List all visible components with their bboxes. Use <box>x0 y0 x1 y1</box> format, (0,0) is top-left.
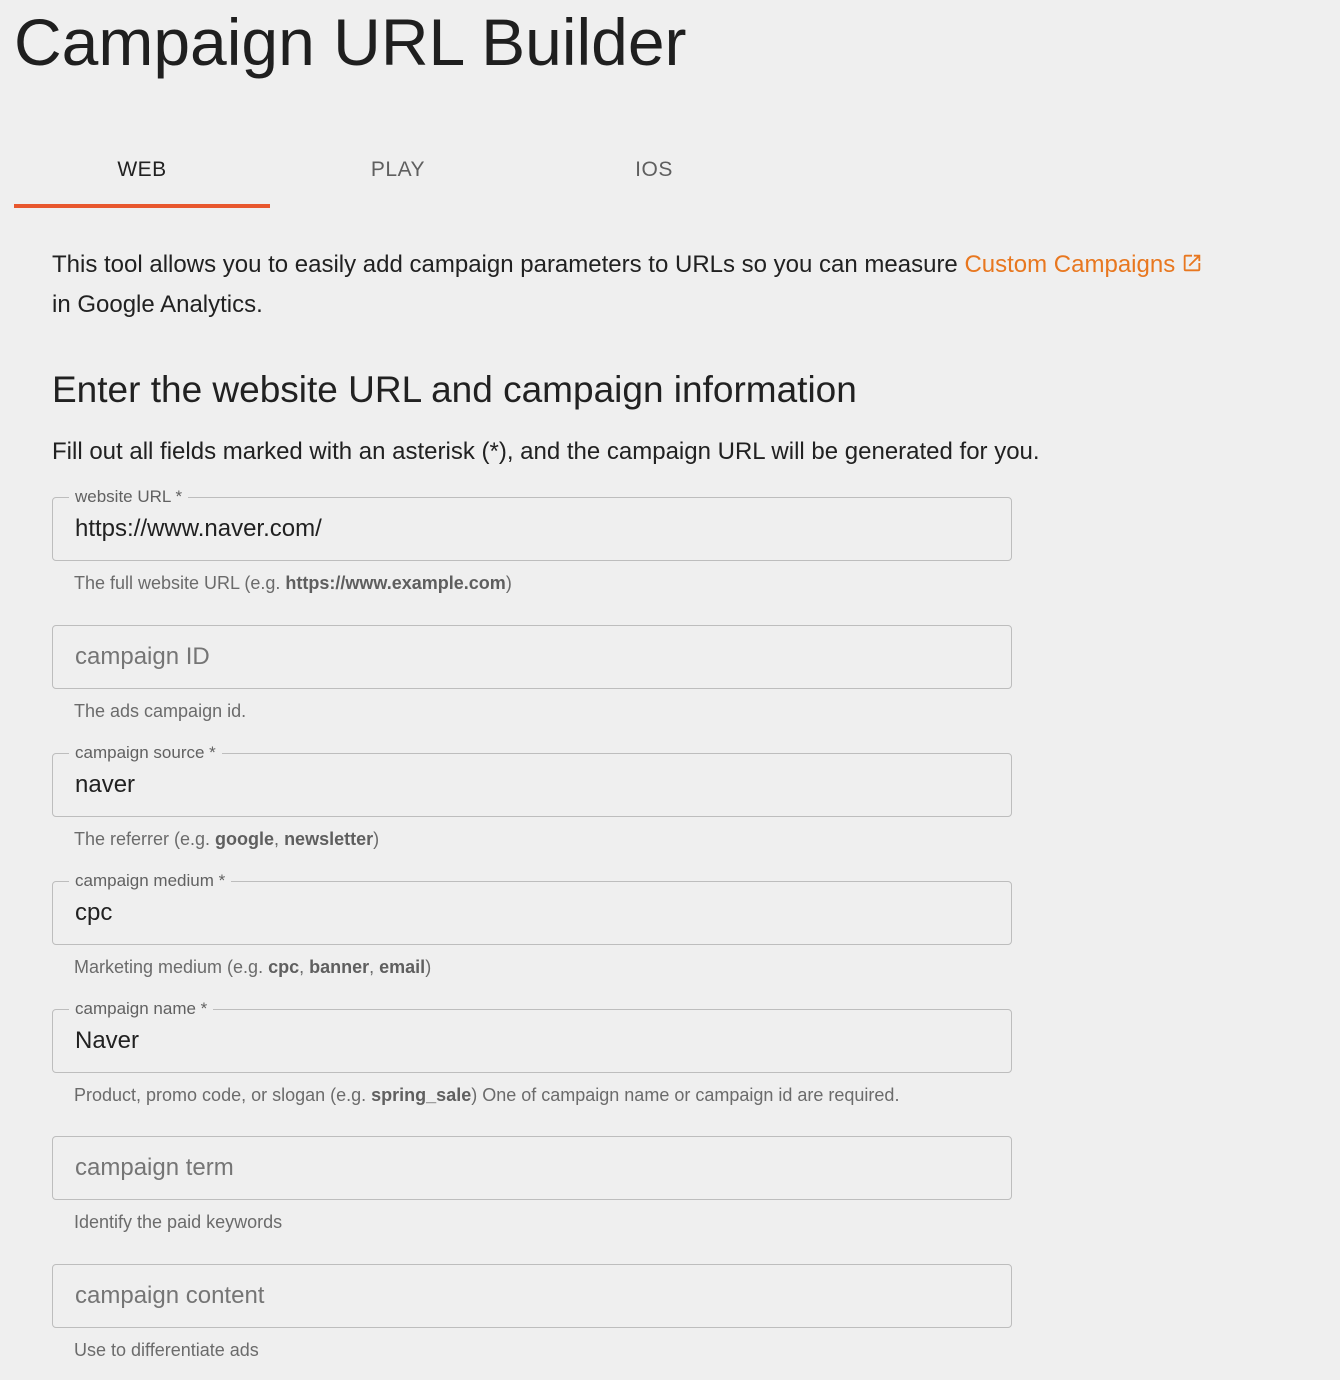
campaign-id-field: The ads campaign id. <box>52 625 1012 723</box>
campaign-source-helper: The referrer (e.g. google, newsletter) <box>52 817 1012 851</box>
campaign-source-input[interactable] <box>75 754 995 816</box>
tab-bar: WEB PLAY IOS <box>14 132 782 208</box>
campaign-content-field: Use to differentiate ads <box>52 1264 1012 1362</box>
campaign-content-input[interactable] <box>75 1265 995 1327</box>
helper-text: The ads campaign id. <box>74 701 247 721</box>
helper-text: Identify the paid keywords <box>74 1212 283 1232</box>
helper-example: newsletter <box>284 829 374 849</box>
helper-example: cpc <box>268 957 300 977</box>
external-link-icon <box>1181 248 1203 286</box>
helper-text: Use to differentiate ads <box>74 1340 259 1360</box>
campaign-id-input[interactable] <box>75 626 995 688</box>
campaign-content-helper: Use to differentiate ads <box>52 1328 1012 1362</box>
campaign-term-input[interactable] <box>75 1137 995 1199</box>
page-title: Campaign URL Builder <box>14 5 687 79</box>
helper-text: ) <box>505 573 512 593</box>
campaign-source-box: campaign source * <box>52 742 1012 817</box>
campaign-name-helper: Product, promo code, or slogan (e.g. spr… <box>52 1073 1012 1107</box>
tab-play[interactable]: PLAY <box>270 132 526 208</box>
campaign-medium-box: campaign medium * <box>52 870 1012 945</box>
campaign-name-field: campaign name * Product, promo code, or … <box>52 998 1012 1107</box>
campaign-source-field: campaign source * The referrer (e.g. goo… <box>52 742 1012 851</box>
website-url-input[interactable] <box>75 498 995 560</box>
campaign-id-box <box>52 625 1012 689</box>
helper-text: The referrer (e.g. <box>74 829 216 849</box>
form-instructions: Fill out all fields marked with an aster… <box>52 438 1040 465</box>
section-heading: Enter the website URL and campaign infor… <box>52 369 857 410</box>
website-url-field: website URL * The full website URL (e.g.… <box>52 486 1012 595</box>
intro-text: This tool allows you to easily add campa… <box>52 246 1322 324</box>
campaign-term-helper: Identify the paid keywords <box>52 1200 1012 1234</box>
tab-ios[interactable]: IOS <box>526 132 782 208</box>
website-url-box: website URL * <box>52 486 1012 561</box>
helper-text: , <box>369 957 380 977</box>
intro-text-start: This tool allows you to easily add campa… <box>52 251 965 278</box>
helper-example: https://www.example.com <box>285 573 506 593</box>
custom-campaigns-link[interactable]: Custom Campaigns <box>964 251 1203 278</box>
helper-text: , <box>299 957 310 977</box>
campaign-name-input[interactable] <box>75 1010 995 1072</box>
campaign-medium-helper: Marketing medium (e.g. cpc, banner, emai… <box>52 945 1012 979</box>
helper-text: , <box>274 829 285 849</box>
campaign-content-box <box>52 1264 1012 1328</box>
campaign-medium-input[interactable] <box>75 882 995 944</box>
custom-campaigns-link-label: Custom Campaigns <box>964 251 1176 278</box>
helper-text: Product, promo code, or slogan (e.g. <box>74 1085 372 1105</box>
helper-example: spring_sale <box>371 1085 472 1105</box>
campaign-medium-field: campaign medium * Marketing medium (e.g.… <box>52 870 1012 979</box>
campaign-name-box: campaign name * <box>52 998 1012 1073</box>
helper-text: ) <box>373 829 380 849</box>
campaign-term-field: Identify the paid keywords <box>52 1136 1012 1234</box>
helper-text: The full website URL (e.g. <box>74 573 286 593</box>
campaign-id-helper: The ads campaign id. <box>52 689 1012 723</box>
helper-text: ) <box>425 957 432 977</box>
helper-example: email <box>379 957 426 977</box>
intro-text-end: in Google Analytics. <box>52 291 263 318</box>
helper-example: banner <box>309 957 370 977</box>
website-url-helper: The full website URL (e.g. https://www.e… <box>52 561 1012 595</box>
campaign-term-box <box>52 1136 1012 1200</box>
helper-text: ) One of campaign name or campaign id ar… <box>471 1085 900 1105</box>
helper-text: Marketing medium (e.g. <box>74 957 269 977</box>
tab-web[interactable]: WEB <box>14 132 270 208</box>
helper-example: google <box>215 829 275 849</box>
